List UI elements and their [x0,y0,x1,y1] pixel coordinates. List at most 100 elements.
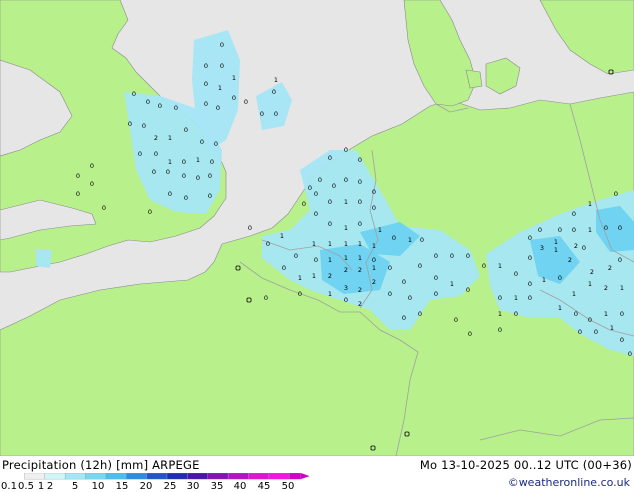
precip-value-label: 0 [558,274,562,282]
precip-value-label: 1 [344,254,348,262]
precip-value-label: 0 [528,280,532,288]
precip-value-label: 0 [388,290,392,298]
precip-value-label: 1 [498,310,502,318]
color-scale-tick: 15 [115,481,129,492]
precip-value-label: 0 [248,224,252,232]
precip-value-label: 0 [344,176,348,184]
color-scale-tick: 50 [281,481,295,492]
precip-value-label: 1 [312,272,316,280]
precip-value-label: 1 [298,274,302,282]
precip-value-label: 1 [588,226,592,234]
precip-value-label: 0 [402,278,406,286]
precip-value-label: 2 [604,284,608,292]
precip-value-label: 0 [434,252,438,260]
color-scale-cell [126,473,147,480]
color-scale-tick: 0.1 [1,481,17,492]
color-scale-cell [24,473,45,480]
precip-value-label: 1 [558,304,562,312]
precip-value-label: 0 [328,198,332,206]
precip-value-label: 0 [138,150,142,158]
precip-value-label: 0 [538,226,542,234]
precip-value-label: 0 [204,100,208,108]
precip-value-label: 0 [318,176,322,184]
color-scale-tick: 35 [210,481,224,492]
precip-value-label: 0 [418,310,422,318]
precip-value-label: 0 [582,244,586,252]
precip-value-label: 0 [90,162,94,170]
precip-value-label: 0 [558,226,562,234]
precip-value-label: 1 [312,240,316,248]
precip-value-label: 0 [528,234,532,242]
color-scale-cell [85,473,107,480]
precip-value-label: 1 [344,224,348,232]
precip-value-label: 0 [214,140,218,148]
precip-value-label: 2 [344,266,348,274]
precip-value-label: 2 [154,134,158,142]
precip-value-label: 0 [90,180,94,188]
precip-value-label: 0 [498,326,502,334]
precip-value-label: 1 [498,262,502,270]
precip-value-label: 1 [328,256,332,264]
precip-value-label: 0 [314,256,318,264]
precip-value-label: 0 [420,236,424,244]
color-scale-cell [105,473,127,480]
precip-value-label: 0 [332,182,336,190]
precip-value-label: 2 [358,300,362,308]
precip-value-label: 0 [614,190,618,198]
precip-value-label: 0 [402,314,406,322]
color-scale-tick: 0.5 [18,481,34,492]
precip-value-label: 0 [244,98,248,106]
precip-value-label: 0 [314,190,318,198]
precip-value-label: 1 [588,280,592,288]
precip-value-label: 0 [302,200,306,208]
precip-value-label: 0 [328,154,332,162]
precip-value-label: 0 [200,138,204,146]
precip-value-label: 0 [166,168,170,176]
precip-value-label: 1 [344,198,348,206]
precip-value-label: 1 [358,240,362,248]
precip-value-label: 3 [344,284,348,292]
precip-value-label: 0 [184,126,188,134]
color-scale-cell [207,473,229,480]
precip-value-label: 0 [358,220,362,228]
precip-value-label: 0 [466,286,470,294]
precip-value-label: 0 [372,188,376,196]
color-scale-tick: 20 [139,481,153,492]
precip-value-label: 0 [468,330,472,338]
color-scale-cell [227,473,249,480]
precip-value-label: 0 [628,350,632,358]
precip-value-label: 0 [418,262,422,270]
precip-value-label: 0 [392,234,396,242]
color-scale-tick: 2 [46,481,54,492]
precip-value-label: 0 [76,190,80,198]
precip-value-label: 2 [358,266,362,274]
precip-value-label: 1 [542,276,546,284]
precip-value-label: 1 [344,240,348,248]
precip-value-label: 0 [594,328,598,336]
precip-value-label: 0 [196,174,200,182]
precip-value-label: 3 [540,244,544,252]
precip-value-label: 0 [264,294,268,302]
precip-value-label: 1 [218,84,222,92]
precip-value-label: 0 [266,240,270,248]
precip-value-label: 0 [102,204,106,212]
precip-value-label: 0 [132,90,136,98]
precip-value-label: 0 [588,316,592,324]
precip-value-label: 0 [204,80,208,88]
precip-value-label: 0 [208,192,212,200]
color-scale-cell [64,473,86,480]
precip-value-label: 0 [572,210,576,218]
color-scale-tick: 10 [91,481,105,492]
precip-value-label: 0 [514,310,518,318]
color-scale-tick: 30 [186,481,200,492]
precip-value-label: 0 [154,150,158,158]
precip-value-label: 0 [466,252,470,260]
color-scale-cell [248,473,270,480]
precip-value-label: 0 [174,104,178,112]
precip-value-label: 0 [408,294,412,302]
precip-value-label: 1 [604,310,608,318]
precip-value-label: 0 [158,102,162,110]
precip-value-label: 0 [604,224,608,232]
precip-value-label: 0 [314,210,318,218]
precip-value-label: 0 [220,62,224,70]
